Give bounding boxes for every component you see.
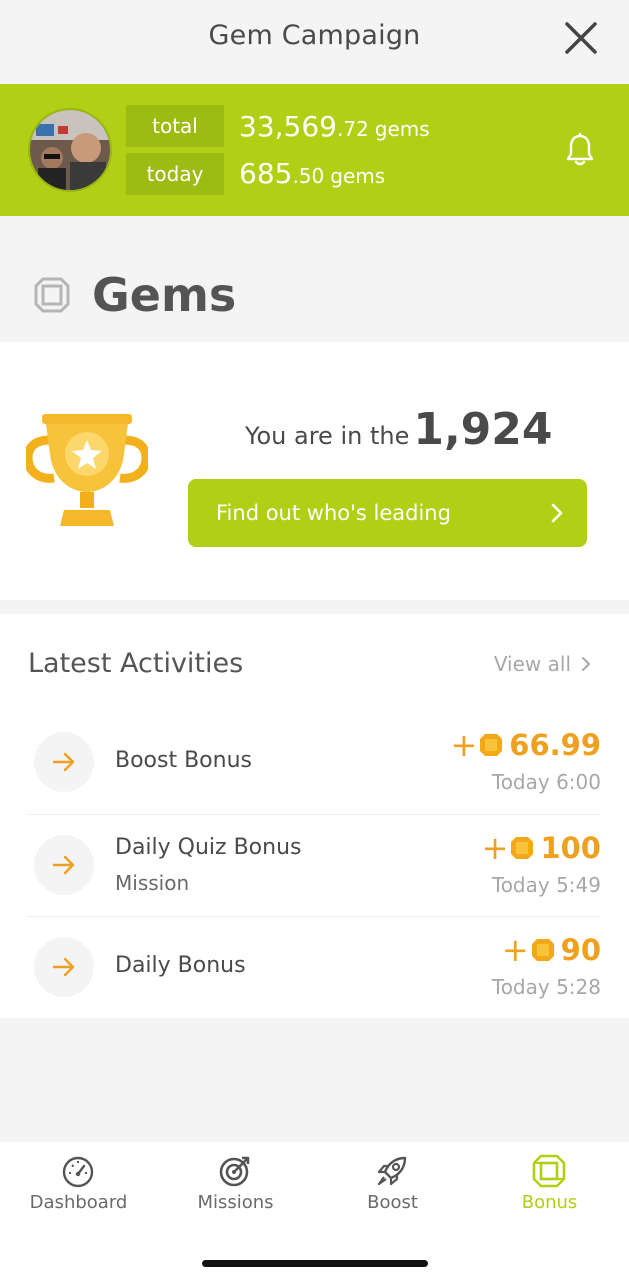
activity-amount: + 90 [501, 931, 601, 969]
gems-section-header: Gems [0, 216, 629, 342]
tab-missions[interactable]: Missions [157, 1142, 314, 1232]
activity-row[interactable]: Boost Bonus + 66.99 Today 6:00 [28, 712, 601, 814]
tab-bonus[interactable]: Bonus [471, 1142, 628, 1232]
close-icon[interactable] [563, 20, 599, 56]
latest-activities: Latest Activities View all Boost Bonus +… [0, 614, 629, 1018]
ranking-card: You are in the1,924 Find out who's leadi… [0, 342, 629, 600]
target-icon [219, 1156, 250, 1187]
gem-icon [511, 837, 534, 859]
home-indicator[interactable] [202, 1260, 428, 1267]
gem-icon [480, 734, 503, 756]
gems-title: Gems [92, 268, 237, 322]
arrow-right-icon [52, 855, 75, 875]
top-bar: Gem Campaign [0, 0, 629, 84]
activity-icon-circle [34, 732, 94, 792]
tab-boost[interactable]: Boost [314, 1142, 471, 1232]
gem-icon [34, 277, 70, 313]
view-all-link[interactable]: View all [494, 652, 591, 676]
activity-row[interactable]: Daily Bonus + 90 Today 5:28 [28, 916, 601, 1018]
activity-row[interactable]: Daily Quiz Bonus Mission + 100 Today 5:4… [28, 814, 601, 916]
rank-number: 1,924 [413, 404, 553, 455]
activity-time: Today 5:49 [491, 873, 601, 897]
activity-name: Daily Bonus [115, 953, 246, 978]
bell-icon[interactable] [565, 133, 595, 167]
gem-balance-banner: total 33,569.72 gems today 685.50 gems [0, 84, 629, 216]
tab-dashboard[interactable]: Dashboard [0, 1142, 157, 1232]
arrow-right-icon [52, 752, 75, 772]
activity-icon-circle [34, 835, 94, 895]
total-label: total [126, 105, 224, 147]
activity-name: Boost Bonus [115, 748, 252, 773]
activity-subtitle: Mission [115, 871, 190, 895]
activity-time: Today 6:00 [491, 770, 601, 794]
bottom-tab-bar: Dashboard Missions Boost Bonus [0, 1142, 629, 1280]
total-gems-amount: 33,569.72 gems [239, 110, 430, 143]
activity-icon-circle [34, 937, 94, 997]
activity-name: Daily Quiz Bonus [115, 835, 302, 860]
activities-title: Latest Activities [28, 648, 244, 679]
activity-amount: + 100 [481, 829, 601, 867]
activity-amount: + 66.99 [450, 726, 601, 764]
rank-text: You are in the1,924 [245, 404, 553, 455]
chevron-right-icon [551, 503, 563, 523]
activity-time: Today 5:28 [491, 975, 601, 999]
page-title: Gem Campaign [208, 20, 421, 51]
gem-icon [531, 939, 554, 961]
avatar[interactable] [28, 108, 112, 192]
today-gems-amount: 685.50 gems [239, 157, 386, 190]
gem-icon [532, 1154, 566, 1188]
chevron-right-icon [582, 657, 590, 671]
trophy-icon [26, 414, 148, 526]
leaderboard-button[interactable]: Find out who's leading [188, 479, 587, 547]
rocket-icon [377, 1156, 407, 1186]
dashboard-icon [62, 1156, 94, 1188]
today-label: today [126, 153, 224, 195]
arrow-right-icon [52, 957, 75, 977]
